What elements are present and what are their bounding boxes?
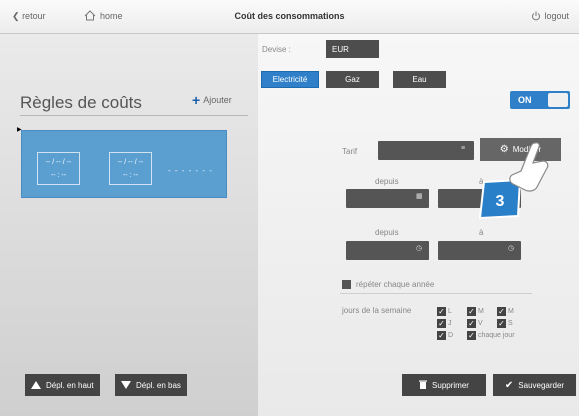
logout-label: logout bbox=[544, 11, 569, 21]
divider bbox=[340, 293, 532, 294]
end-time-field[interactable]: ◷ bbox=[438, 241, 521, 260]
since-label: depuis bbox=[375, 177, 399, 186]
rule-end-slot: -- / -- / -- -- : -- bbox=[109, 152, 152, 185]
power-icon bbox=[532, 11, 541, 21]
every-day[interactable]: ✓ chaque jour bbox=[467, 330, 515, 340]
divider bbox=[20, 115, 248, 116]
triangle-up-icon bbox=[31, 381, 41, 389]
rule-card[interactable]: -- / -- / -- -- : -- -- / -- / -- -- : -… bbox=[21, 130, 227, 198]
day-dimanche[interactable]: ✓ D bbox=[437, 330, 467, 342]
plus-icon: + bbox=[192, 92, 201, 108]
rule-dots: - - - - - - - bbox=[168, 166, 213, 175]
triangle-down-icon bbox=[121, 381, 131, 389]
tarif-input[interactable]: ≡ bbox=[378, 141, 474, 160]
delete-button[interactable]: Supprimer bbox=[402, 374, 486, 396]
check-icon: ✓ bbox=[437, 330, 446, 340]
start-date-field[interactable]: ▦ bbox=[346, 189, 429, 208]
day-mardi[interactable]: ✓ M bbox=[467, 306, 497, 318]
repeat-label: répéter chaque année bbox=[356, 280, 435, 289]
day-jeudi[interactable]: ✓ J bbox=[437, 318, 467, 330]
move-down-button[interactable]: Dépl. en bas bbox=[115, 374, 187, 396]
since-time-label: depuis bbox=[375, 228, 399, 237]
page-title: Coût des consommations bbox=[234, 11, 345, 21]
add-rule-label: Ajouter bbox=[203, 95, 232, 105]
trash-icon bbox=[419, 380, 428, 391]
list-icon: ≡ bbox=[461, 145, 466, 152]
weekdays-label: jours de la semaine bbox=[342, 306, 412, 315]
check-icon: ✓ bbox=[437, 318, 446, 328]
save-button[interactable]: ✔ Sauvegarder bbox=[493, 374, 576, 396]
day-lundi[interactable]: ✓ L bbox=[437, 306, 467, 318]
tab-electricite[interactable]: Electricité bbox=[261, 71, 319, 88]
check-icon: ✓ bbox=[467, 318, 476, 328]
toggle-knob bbox=[548, 93, 568, 107]
clock-icon: ◷ bbox=[416, 245, 423, 252]
pointing-hand-icon bbox=[509, 142, 549, 192]
rule-start-slot: -- / -- / -- -- : -- bbox=[37, 152, 80, 185]
currency-label: Devise : bbox=[262, 45, 291, 54]
day-vendredi[interactable]: ✓ V bbox=[467, 318, 497, 330]
save-label: Sauvegarder bbox=[518, 380, 565, 390]
callout-number: 3 bbox=[496, 193, 505, 210]
rule-start-time: -- : -- bbox=[50, 172, 67, 179]
day-samedi[interactable]: ✓ S bbox=[497, 318, 513, 328]
rule-start-date: -- / -- / -- bbox=[45, 159, 72, 166]
repeat-checkbox[interactable] bbox=[342, 280, 351, 289]
on-off-toggle[interactable]: ON bbox=[510, 91, 570, 109]
move-up-button[interactable]: Dépl. en haut bbox=[25, 374, 100, 396]
move-down-label: Dépl. en bas bbox=[136, 380, 181, 390]
move-up-label: Dépl. en haut bbox=[46, 380, 94, 390]
calendar-icon: ▦ bbox=[416, 193, 423, 200]
rule-end-date: -- / -- / -- bbox=[117, 159, 144, 166]
check-icon: ✓ bbox=[497, 306, 506, 316]
check-icon: ✓ bbox=[497, 318, 506, 328]
rules-panel: Règles de coûts + Ajouter ▶ -- / -- / --… bbox=[0, 34, 258, 416]
rule-end-time: -- : -- bbox=[122, 172, 139, 179]
check-icon: ✓ bbox=[437, 306, 446, 316]
currency-select[interactable]: EUR bbox=[326, 40, 379, 58]
checkmark-icon: ✔ bbox=[504, 379, 514, 391]
repeat-yearly-option[interactable]: répéter chaque année bbox=[342, 280, 434, 289]
tab-gaz[interactable]: Gaz bbox=[326, 71, 379, 88]
weekday-grid: ✓ L ✓ M ✓ M ✓ J ✓ V ✓ S ✓ D ✓ chaque jour bbox=[437, 306, 515, 342]
day-mercredi[interactable]: ✓ M bbox=[497, 306, 514, 316]
delete-label: Supprimer bbox=[432, 380, 469, 390]
add-rule-button[interactable]: + Ajouter bbox=[192, 92, 232, 108]
check-icon: ✓ bbox=[467, 306, 476, 316]
top-bar: ❮ retour home Coût des consommations log… bbox=[0, 0, 579, 34]
to-time-label: à bbox=[479, 228, 484, 237]
logout-button[interactable]: logout bbox=[531, 11, 569, 21]
rules-heading: Règles de coûts bbox=[20, 93, 142, 112]
start-time-field[interactable]: ◷ bbox=[346, 241, 429, 260]
tarif-label: Tarif bbox=[342, 147, 358, 156]
clock-icon: ◷ bbox=[508, 245, 515, 252]
check-icon: ✓ bbox=[467, 330, 476, 340]
toggle-label: ON bbox=[518, 95, 532, 105]
tab-eau[interactable]: Eau bbox=[393, 71, 446, 88]
